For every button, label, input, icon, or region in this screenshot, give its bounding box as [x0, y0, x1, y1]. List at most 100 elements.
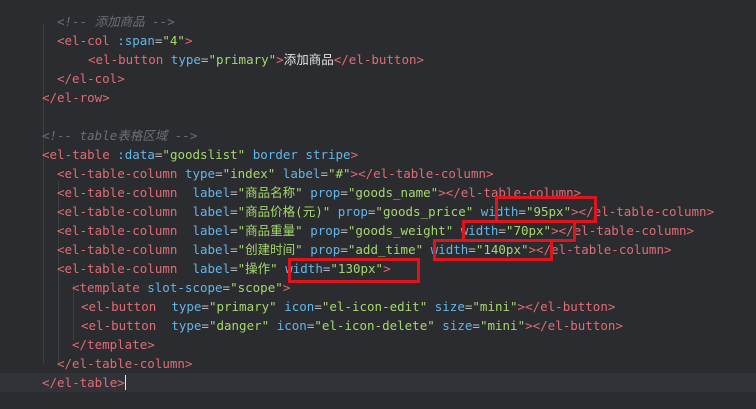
code-token: "el-icon-delete" — [314, 318, 435, 333]
code-token: "操作" — [237, 261, 278, 276]
code-token: :span — [109, 33, 155, 48]
code-token: <el-table-column — [57, 242, 178, 257]
code-token: "商品名称" — [237, 185, 303, 200]
code-token: ></el-button> — [517, 299, 616, 314]
code-line[interactable]: <el-button type="primary">添加商品</el-butto… — [0, 50, 756, 69]
code-token: <!-- 添加商品 --> — [57, 14, 175, 29]
code-token: 添加商品 — [283, 52, 334, 67]
code-token: size — [434, 318, 473, 333]
code-line-text: <el-table-column type="index" label="#">… — [57, 164, 494, 183]
code-line-text: <!-- 添加商品 --> — [57, 12, 175, 31]
code-token: </el-row> — [42, 90, 110, 105]
code-token: prop — [302, 185, 341, 200]
code-line-text: <el-col :span="4"> — [57, 31, 192, 50]
code-token: prop — [302, 242, 341, 257]
code-line[interactable]: </el-table-column> — [0, 354, 756, 373]
code-token: = — [314, 299, 322, 314]
code-token: "mini" — [479, 318, 526, 333]
code-token: <el-button — [81, 318, 157, 333]
code-token: "primary" — [208, 52, 277, 67]
code-line[interactable]: <el-table-column label="商品名称" prop="good… — [0, 183, 756, 202]
code-token: = — [230, 223, 238, 238]
code-token: = — [230, 242, 238, 257]
code-token: "el-icon-edit" — [321, 299, 428, 314]
code-token: "scope" — [230, 280, 283, 295]
code-editor[interactable]: <!-- 添加商品 --> <el-col :span="4"> <el-butto… — [0, 0, 756, 409]
code-token: label — [177, 242, 231, 257]
code-token: prop — [330, 204, 368, 219]
code-line[interactable]: <el-table-column type="index" label="#">… — [0, 164, 756, 183]
code-token: <el-table-column — [57, 223, 178, 238]
code-token: = — [340, 185, 348, 200]
code-token: </el-button> — [333, 52, 425, 67]
code-line-text: </template> — [72, 335, 155, 354]
code-token: = — [230, 261, 238, 276]
code-token: type — [163, 52, 201, 67]
code-token: <el-col — [57, 33, 110, 48]
code-token: label — [275, 166, 321, 181]
code-line-text: </el-table-column> — [57, 354, 192, 373]
code-token: icon — [269, 318, 307, 333]
highlight-box — [495, 196, 597, 223]
code-token: "商品重量" — [237, 223, 303, 238]
code-line[interactable]: </el-table> — [0, 373, 756, 392]
code-token: "goods_price" — [375, 204, 474, 219]
code-token: label — [177, 204, 231, 219]
code-token: ></el-table-column> — [350, 166, 494, 181]
code-line-text: <el-table :data="goodslist" border strip… — [42, 145, 358, 164]
code-token: "创建时间" — [237, 242, 303, 257]
code-line[interactable]: </el-row> — [0, 88, 756, 107]
code-token: </el-table — [42, 375, 118, 390]
code-line[interactable]: <!-- table表格区域 --> — [0, 126, 756, 145]
code-token: label — [177, 185, 231, 200]
code-line-text: <el-button type="danger" icon="el-icon-d… — [81, 316, 623, 335]
code-token: "goods_weight" — [347, 223, 454, 238]
code-token: "goodslist" — [162, 147, 246, 162]
code-line-text: <!-- table表格区域 --> — [42, 126, 197, 145]
code-line[interactable] — [0, 107, 756, 126]
code-token: "4" — [162, 33, 185, 48]
code-token: = — [201, 299, 209, 314]
code-line[interactable]: <el-button type="danger" icon="el-icon-d… — [0, 316, 756, 335]
code-token: type — [156, 299, 202, 314]
code-line[interactable]: <el-table-column label="创建时间" prop="add_… — [0, 240, 756, 259]
code-token: </template> — [72, 337, 155, 352]
code-token: = — [230, 185, 238, 200]
code-token: > — [117, 375, 125, 390]
code-token: = — [222, 280, 231, 295]
code-token: "add_time" — [347, 242, 424, 257]
code-line[interactable]: </template> — [0, 335, 756, 354]
code-token: > — [276, 52, 284, 67]
code-token: <el-table — [42, 147, 110, 162]
code-token: <el-table-column — [57, 166, 178, 181]
code-line[interactable]: <el-col :span="4"> — [0, 31, 756, 50]
code-token: type — [156, 318, 202, 333]
code-token: "商品价格(元)" — [237, 204, 331, 219]
code-token: :data — [109, 147, 155, 162]
code-token: <el-table-column — [57, 204, 178, 219]
code-token: = — [201, 318, 209, 333]
code-line[interactable]: <el-button type="primary" icon="el-icon-… — [0, 297, 756, 316]
code-line[interactable]: <el-table-column label="商品重量" prop="good… — [0, 221, 756, 240]
code-line-text: <el-table-column label="商品重量" prop="good… — [57, 221, 694, 240]
code-token: <!-- table表格区域 --> — [42, 128, 198, 143]
code-token: "goods_name" — [347, 185, 439, 200]
code-token: size — [427, 299, 465, 314]
code-line-text: <el-table-column label="商品价格(元)" prop="g… — [57, 202, 714, 221]
code-line[interactable]: </el-col> — [0, 69, 756, 88]
code-token: = — [230, 204, 238, 219]
code-token: "danger" — [208, 318, 270, 333]
code-token: ></el-button> — [525, 318, 623, 333]
code-token: prop — [302, 223, 341, 238]
code-token: icon — [276, 299, 315, 314]
code-line[interactable]: <el-table :data="goodslist" border strip… — [0, 145, 756, 164]
code-line-text: </el-table> — [42, 373, 126, 392]
code-line[interactable]: <el-table-column label="商品价格(元)" prop="g… — [0, 202, 756, 221]
code-token: label — [177, 223, 231, 238]
code-line-text: </el-col> — [57, 69, 125, 88]
code-token: = — [472, 318, 480, 333]
code-line[interactable]: <!-- 添加商品 --> — [0, 12, 756, 31]
code-token: <el-button — [88, 52, 164, 67]
code-token: type — [177, 166, 216, 181]
code-line-text: <template slot-scope="scope"> — [72, 278, 290, 297]
